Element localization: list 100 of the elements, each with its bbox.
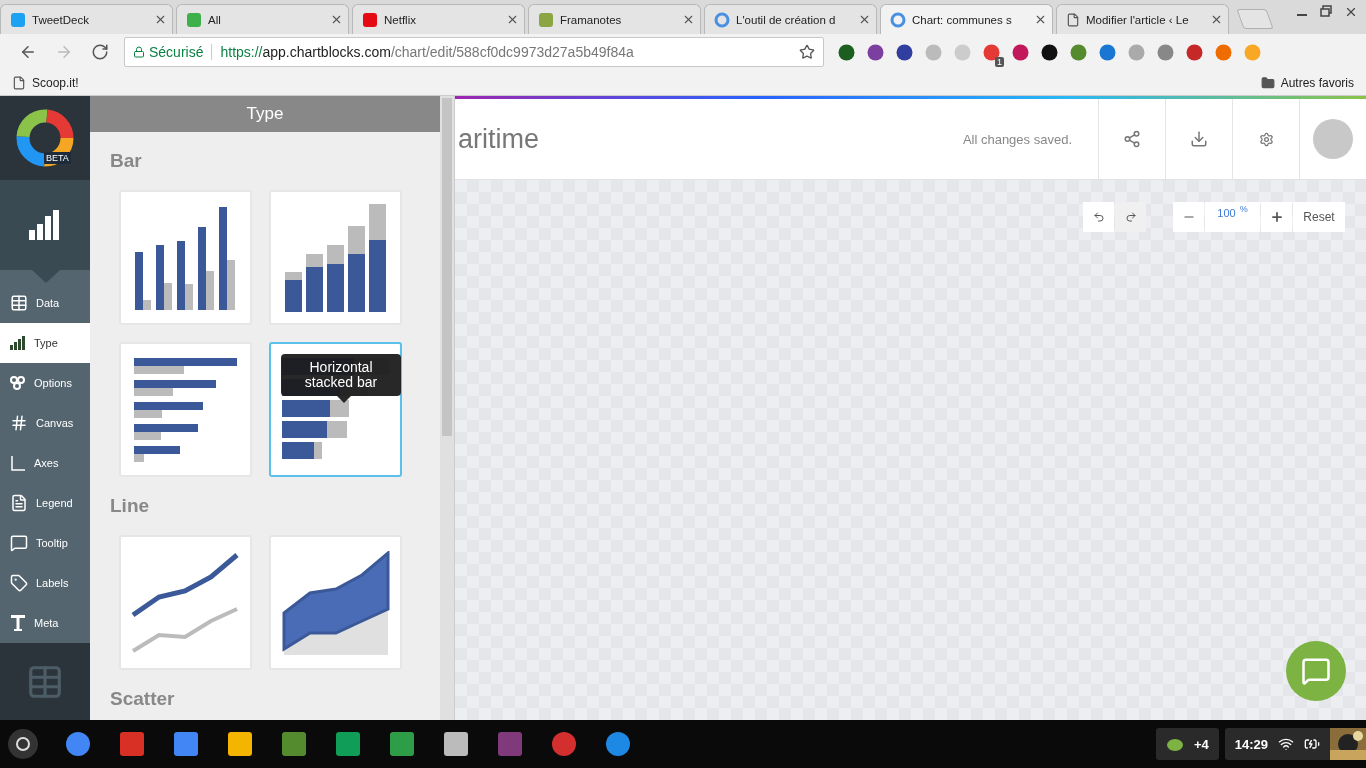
section-heading: Scatter — [110, 688, 175, 709]
browser-tab[interactable]: Chart: communes s — [880, 4, 1053, 34]
page-icon — [12, 75, 26, 90]
reset-button[interactable]: Reset — [1293, 202, 1345, 232]
browser-tab[interactable]: All — [176, 4, 349, 34]
extension-icon[interactable] — [983, 43, 1000, 61]
download-icon — [1190, 130, 1208, 148]
restore-icon[interactable] — [1320, 5, 1332, 17]
legend-icon — [10, 494, 28, 512]
ring-icon — [890, 11, 906, 28]
nav-item[interactable]: Type — [0, 323, 90, 363]
save-status: All changes saved. — [962, 131, 1072, 147]
ring-icon — [714, 11, 730, 28]
app-icon[interactable] — [280, 730, 308, 758]
nav-item[interactable]: Tooltip — [0, 523, 90, 563]
browser-tab[interactable]: Framanotes — [528, 4, 701, 34]
launcher-button[interactable] — [8, 729, 38, 759]
address-field[interactable]: Sécurisé https://app.chartblocks.com/chart/edit/588cf0dc9973d27a5b49f84a — [124, 37, 824, 67]
app-icon[interactable] — [334, 730, 362, 758]
undo-icon — [1092, 211, 1105, 223]
tab-title: Framanotes — [560, 13, 623, 26]
close-icon[interactable] — [1034, 13, 1047, 26]
close-icon[interactable] — [1210, 13, 1223, 26]
nav-item[interactable]: Labels — [0, 563, 90, 603]
close-icon[interactable] — [682, 13, 695, 26]
browser-tab[interactable]: L'outil de création d — [704, 4, 877, 34]
extension-icon[interactable] — [1041, 43, 1058, 61]
settings-icon — [1258, 131, 1274, 147]
notification-badge: 1 — [995, 56, 1004, 67]
chart-type-card[interactable] — [269, 535, 402, 670]
chart-type-card[interactable] — [119, 535, 252, 670]
browser-tab[interactable]: Netflix — [352, 4, 525, 34]
nav-item[interactable]: Legend — [0, 483, 90, 523]
tooltip-icon — [10, 534, 28, 552]
tab-title: Chart: communes s — [912, 13, 1013, 26]
label-icon — [10, 574, 28, 592]
bar-chart-icon — [10, 336, 26, 350]
browser-tab[interactable]: TweetDeck — [0, 4, 173, 34]
close-icon[interactable] — [1344, 5, 1358, 19]
app-icon[interactable] — [604, 730, 632, 758]
nav-item[interactable]: Canvas — [0, 403, 90, 443]
beta-badge: BETA — [44, 152, 71, 164]
panel-title: Type — [90, 96, 440, 132]
close-icon[interactable] — [858, 13, 871, 26]
section-heading: Bar — [110, 150, 142, 171]
nav-item[interactable]: Options — [0, 363, 90, 403]
close-icon[interactable] — [330, 13, 343, 26]
close-icon[interactable] — [506, 13, 519, 26]
redo-icon — [1124, 211, 1137, 223]
bookmark[interactable]: Scoop.it! — [12, 75, 79, 90]
zoom-field[interactable]: 100 % — [1205, 202, 1260, 232]
bar-chart-icon — [29, 210, 61, 240]
tab-title: L'outil de création d — [736, 13, 837, 26]
reload-icon[interactable] — [91, 43, 109, 61]
app-icon[interactable] — [388, 730, 416, 758]
folder-icon — [1260, 75, 1275, 90]
chart-type-card[interactable] — [119, 342, 252, 477]
zoom-in-button[interactable] — [1261, 202, 1292, 232]
extension-icon[interactable] — [838, 43, 855, 61]
section-heading: Line — [110, 495, 150, 516]
battery-icon — [1304, 736, 1320, 752]
app-icon — [538, 11, 554, 28]
extension-icon[interactable] — [867, 43, 884, 61]
app-icon[interactable] — [226, 730, 254, 758]
app-icon — [362, 11, 378, 28]
tab-title: Modifier l'article ‹ Le — [1086, 13, 1190, 26]
url-text: https://app.chartblocks.com/chart/edit/588cf0dc9973d27a5b49f84a — [220, 44, 634, 60]
tray-notifications[interactable]: +4 — [1155, 728, 1219, 760]
app-icon[interactable] — [64, 730, 92, 758]
app-icon[interactable] — [172, 730, 200, 758]
scrollbar-thumb[interactable] — [442, 98, 452, 436]
browser-tab[interactable]: Modifier l'article ‹ Le — [1056, 4, 1229, 34]
chart-type-card[interactable]: Horizontal stacked bar — [269, 342, 402, 477]
app-icon — [186, 11, 202, 28]
back-icon[interactable] — [19, 43, 37, 61]
chart-title: aritime — [457, 123, 540, 155]
tab-title: Netflix — [384, 13, 417, 26]
bookmark[interactable]: Autres favoris — [1260, 75, 1354, 90]
nav-item[interactable]: Data — [0, 283, 90, 323]
tab-title: TweetDeck — [32, 13, 90, 26]
page-icon — [1066, 12, 1080, 27]
tooltip-arrow — [337, 396, 351, 403]
security-label: Sécurisé — [149, 44, 213, 60]
tab-title: All — [208, 13, 222, 26]
chart-type-card[interactable] — [269, 190, 402, 325]
app-icon — [10, 11, 26, 28]
close-icon[interactable] — [154, 13, 167, 26]
circle-icon — [15, 736, 31, 752]
chat-icon — [1301, 656, 1331, 686]
plus-icon — [1269, 210, 1284, 224]
nav-item[interactable]: Axes — [0, 443, 90, 483]
share-icon — [1123, 130, 1141, 148]
status-area[interactable]: 14:29 — [1224, 728, 1366, 760]
chart-type-card[interactable] — [119, 190, 252, 325]
extension-icon[interactable] — [896, 43, 913, 61]
nav-item[interactable]: Meta — [0, 603, 90, 643]
app-icon[interactable] — [442, 730, 470, 758]
type-icon — [10, 614, 26, 632]
star-icon[interactable] — [799, 44, 815, 60]
wifi-icon — [1278, 736, 1294, 752]
